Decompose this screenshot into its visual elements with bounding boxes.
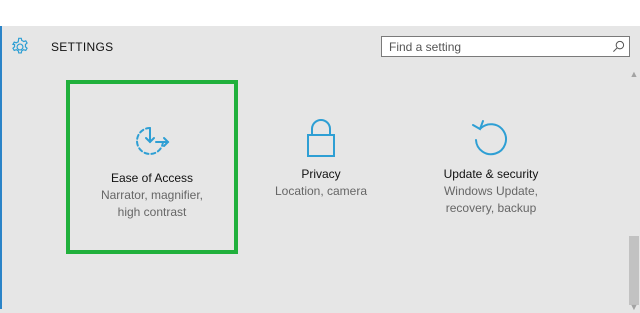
- gear-icon[interactable]: [9, 36, 31, 58]
- header: SETTINGS: [0, 26, 640, 68]
- tile-title: Update & security: [443, 167, 539, 181]
- lock-icon: [307, 119, 335, 157]
- scroll-down-arrow-icon[interactable]: ▼: [628, 301, 640, 313]
- settings-window: SETTINGS ▲ ▼ Ease of Acce: [0, 26, 640, 312]
- update-icon: [472, 120, 507, 156]
- ease-of-access-icon: [136, 127, 170, 155]
- search-icon[interactable]: [612, 40, 625, 53]
- search-input[interactable]: [382, 37, 609, 56]
- search-box[interactable]: [381, 36, 630, 57]
- tile-description-line: Location, camera: [274, 184, 368, 198]
- tile-description-line: recovery, backup: [445, 201, 537, 215]
- tile-description: Windows Update, recovery, backup: [405, 183, 577, 217]
- window-left-edge: [0, 26, 2, 309]
- scroll-up-arrow-icon[interactable]: ▲: [628, 68, 640, 80]
- tile-ease-of-access[interactable]: Ease of Access Narrator, magnifier, high…: [66, 80, 238, 254]
- tile-description: Narrator, magnifier, high contrast: [70, 187, 234, 221]
- tile-description-line: high contrast: [117, 205, 187, 219]
- scrollbar-thumb[interactable]: [629, 236, 639, 305]
- tile-privacy[interactable]: Privacy Location, camera: [235, 82, 407, 256]
- tile-title: Privacy: [301, 167, 341, 181]
- tile-description-line: Narrator, magnifier,: [100, 188, 204, 202]
- tile-title: Ease of Access: [110, 171, 194, 185]
- tile-update-security[interactable]: Update & security Windows Update, recove…: [405, 82, 577, 256]
- page-title: SETTINGS: [51, 40, 114, 54]
- tile-description: Location, camera: [235, 183, 407, 200]
- top-strip: [0, 0, 640, 26]
- scrollbar[interactable]: ▲ ▼: [628, 68, 640, 312]
- tile-description-line: Windows Update,: [443, 184, 539, 198]
